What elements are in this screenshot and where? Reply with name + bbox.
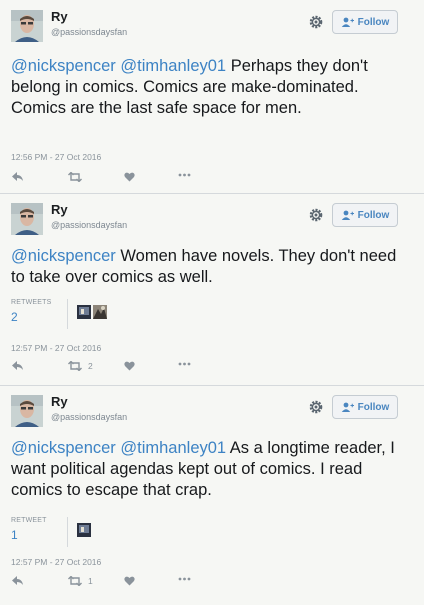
add-user-icon [341, 210, 354, 220]
retweet-icon [68, 576, 82, 586]
gear-icon[interactable] [307, 13, 325, 31]
user-handle[interactable]: @passionsdaysfan [51, 27, 127, 37]
like-button[interactable] [124, 172, 135, 182]
retweet-button[interactable]: 2 [68, 361, 93, 371]
tweet: Ry @passionsdaysfan Follow @nickspencer … [0, 0, 424, 193]
tweet-text: @nickspencer @timhanley01 As a longtime … [11, 438, 411, 501]
like-button[interactable] [124, 361, 135, 371]
tweet: Ry @passionsdaysfan Follow @nickspencer … [0, 193, 424, 385]
tweet-actions [0, 172, 424, 192]
display-name[interactable]: Ry [51, 394, 68, 409]
follow-button[interactable]: Follow [332, 395, 398, 419]
gear-icon[interactable] [307, 206, 325, 224]
tweet-text: @nickspencer @timhanley01 Perhaps they d… [11, 56, 411, 119]
display-name[interactable]: Ry [51, 202, 68, 217]
engagement-stats: RETWEET 1 [11, 517, 421, 549]
display-name[interactable]: Ry [51, 9, 68, 24]
tweet: Ry @passionsdaysfan Follow @nickspencer … [0, 385, 424, 605]
retweet-icon [68, 172, 82, 182]
retweeter-avatar[interactable] [93, 305, 107, 319]
tweet-actions: 1 [0, 576, 424, 596]
heart-icon [124, 576, 135, 586]
follow-label: Follow [357, 209, 390, 221]
reply-icon [12, 576, 23, 585]
avatar[interactable] [11, 10, 43, 42]
like-button[interactable] [124, 576, 135, 586]
engagement-stats: RETWEETS 2 [11, 299, 421, 331]
follow-label: Follow [357, 401, 390, 413]
follow-label: Follow [357, 16, 390, 28]
more-icon [178, 173, 191, 177]
reply-icon [12, 172, 23, 181]
mention-link[interactable]: @nickspencer [11, 57, 116, 75]
follow-button[interactable]: Follow [332, 203, 398, 227]
more-icon [178, 362, 191, 366]
retweets-label: RETWEET [11, 517, 47, 524]
heart-icon [124, 172, 135, 182]
retweet-count: 1 [88, 576, 93, 586]
avatar[interactable] [11, 395, 43, 427]
tweet-actions: 2 [0, 361, 424, 381]
timestamp[interactable]: 12:57 PM - 27 Oct 2016 [11, 343, 101, 353]
timestamp[interactable]: 12:57 PM - 27 Oct 2016 [11, 557, 101, 567]
tweet-text: @nickspencer Women have novels. They don… [11, 246, 411, 288]
mention-link[interactable]: @timhanley01 [120, 57, 226, 75]
mention-link[interactable]: @nickspencer [11, 439, 116, 457]
retweet-button[interactable] [68, 172, 88, 182]
retweets-value[interactable]: 2 [11, 310, 18, 324]
add-user-icon [341, 402, 354, 412]
user-handle[interactable]: @passionsdaysfan [51, 220, 127, 230]
reply-button[interactable] [12, 576, 24, 586]
more-icon [178, 577, 191, 581]
timestamp[interactable]: 12:56 PM - 27 Oct 2016 [11, 152, 101, 162]
retweet-icon [68, 361, 82, 371]
more-button[interactable] [178, 362, 191, 366]
mention-link[interactable]: @timhanley01 [120, 439, 226, 457]
reply-button[interactable] [12, 361, 24, 371]
retweets-value[interactable]: 1 [11, 528, 18, 542]
more-button[interactable] [178, 577, 191, 581]
reply-icon [12, 361, 23, 370]
avatar[interactable] [11, 203, 43, 235]
mention-link[interactable]: @nickspencer [11, 247, 116, 265]
add-user-icon [341, 17, 354, 27]
gear-icon[interactable] [307, 398, 325, 416]
retweeter-avatar[interactable] [77, 523, 91, 537]
more-button[interactable] [178, 173, 191, 177]
retweets-label: RETWEETS [11, 299, 52, 306]
stats-separator [67, 517, 68, 547]
retweet-count: 2 [88, 361, 93, 371]
heart-icon [124, 361, 135, 371]
stats-separator [67, 299, 68, 329]
retweet-button[interactable]: 1 [68, 576, 93, 586]
user-handle[interactable]: @passionsdaysfan [51, 412, 127, 422]
reply-button[interactable] [12, 172, 24, 182]
follow-button[interactable]: Follow [332, 10, 398, 34]
retweeter-avatar[interactable] [77, 305, 91, 319]
